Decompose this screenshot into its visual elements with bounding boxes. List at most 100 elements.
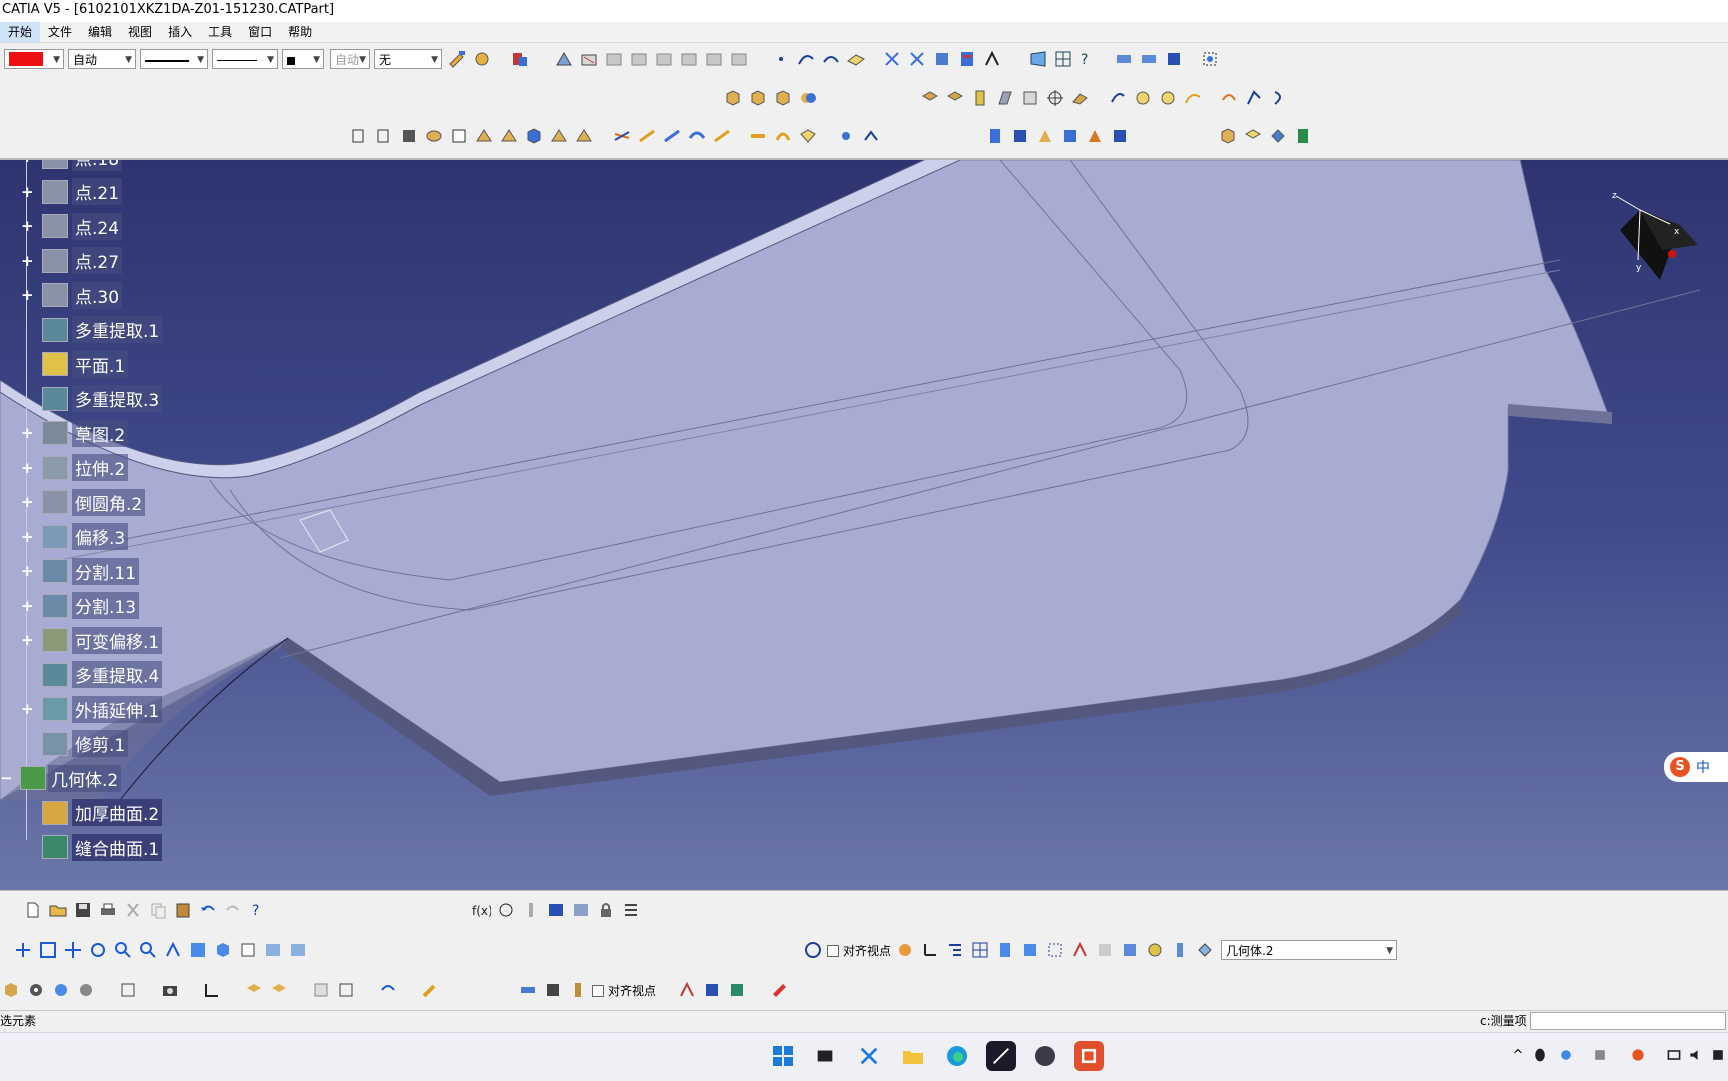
swap-space-icon[interactable] [287,939,309,961]
line-icon[interactable] [795,48,817,70]
clash-icon[interactable] [377,979,399,1001]
powercopy-icon[interactable] [1034,125,1056,147]
menu-view[interactable]: 视图 [120,22,160,42]
point-icon[interactable] [770,48,792,70]
analysis-icon[interactable] [981,48,1003,70]
chevron-up-icon[interactable]: ^ [1508,1045,1528,1065]
stack-icon[interactable] [956,48,978,70]
transparency-dropdown[interactable]: 自动 ▼ [68,49,136,69]
fly-mode-icon[interactable] [12,939,34,961]
extrapolate-icon[interactable] [747,125,769,147]
3d-viewport[interactable]: + 点.18 + 点.21 + 点.24 + 点.27 + 点.30 多重提取.1 平面.1 多重提取.… [0,160,1728,890]
align-view-checkbox-2[interactable]: 对齐视点 [592,982,656,999]
publication-icon[interactable] [117,979,139,1001]
zoom-area-icon[interactable] [1199,48,1221,70]
stiffener-icon[interactable] [1069,87,1091,109]
work-object-dropdown[interactable]: 几何体.2 ▼ [1221,940,1398,960]
shape-fillet-icon[interactable] [661,125,683,147]
thick-icon[interactable] [1292,125,1314,147]
corner-icon[interactable] [1107,87,1129,109]
sphere-render-icon[interactable] [75,979,97,1001]
near-icon[interactable] [772,125,794,147]
ime-toolbar[interactable]: S 中 [1664,752,1728,782]
shaft-icon[interactable] [969,87,991,109]
task-view-icon[interactable] [810,1041,840,1071]
render-icon[interactable] [50,979,72,1001]
catalog-browser-icon[interactable] [1109,125,1131,147]
pattern-icon[interactable] [835,125,857,147]
conic-icon[interactable] [1157,87,1179,109]
properties-icon[interactable] [471,48,493,70]
plane-icon[interactable] [845,48,867,70]
cut-icon[interactable] [122,899,144,921]
body-icon[interactable] [722,87,744,109]
edge-browser-icon[interactable] [942,1041,972,1071]
expand-icon[interactable]: + [21,160,34,165]
snap-point-icon[interactable] [1044,939,1066,961]
menu-edit[interactable]: 编辑 [80,22,120,42]
expand-icon[interactable]: + [21,460,34,475]
color-dropdown[interactable]: ▼ [4,49,64,69]
volume-icon[interactable] [1686,1045,1706,1065]
fit-all-icon[interactable] [881,48,903,70]
expand-icon[interactable]: + [21,633,34,648]
sew-surface-icon[interactable] [1267,125,1289,147]
multi-section-icon[interactable] [523,125,545,147]
fill-icon[interactable] [498,125,520,147]
extract-icon[interactable] [553,48,575,70]
qq-icon[interactable] [1530,1045,1550,1065]
help-icon[interactable]: ? [1077,48,1099,70]
spine-icon[interactable] [1268,87,1290,109]
revolve-icon[interactable] [373,125,395,147]
undo-icon[interactable] [197,899,219,921]
inertia-icon[interactable] [567,979,589,1001]
adaptive-sweep-icon[interactable] [573,125,595,147]
command-input[interactable] [1530,1012,1726,1030]
redo-icon[interactable] [222,899,244,921]
dress-up-icon[interactable] [1119,939,1141,961]
variable-fillet-icon[interactable] [711,125,733,147]
expand-icon[interactable]: + [21,702,34,717]
split-icon[interactable] [611,125,633,147]
ime-tray-icon[interactable] [1590,1045,1610,1065]
point-symbol-dropdown[interactable]: ▼ [282,49,324,69]
trim-icon[interactable] [636,125,658,147]
expand-icon[interactable]: + [21,288,34,303]
sogou-tray-icon[interactable] [1628,1045,1648,1065]
draft-analysis-icon[interactable] [676,979,698,1001]
print-icon[interactable] [97,899,119,921]
rotate-view-icon[interactable] [87,939,109,961]
translate-icon[interactable] [678,48,700,70]
snip-tool-icon[interactable] [854,1041,884,1071]
media-player-icon[interactable] [1030,1041,1060,1071]
normal-view-icon[interactable] [162,939,184,961]
connect-checker-icon[interactable] [726,979,748,1001]
insert-scene-icon[interactable] [268,979,290,1001]
camera-icon[interactable] [159,979,181,1001]
grid-snap-icon[interactable] [969,939,991,961]
pan-icon[interactable] [62,939,84,961]
expand-icon[interactable]: + [21,184,34,199]
list-icon[interactable] [620,899,642,921]
invert-icon[interactable] [797,125,819,147]
helix-icon[interactable] [1218,87,1240,109]
measure-item-icon[interactable] [1138,48,1160,70]
axis-icon[interactable] [919,939,941,961]
pad-icon[interactable] [919,87,941,109]
law-icon[interactable] [984,125,1006,147]
spiral-icon[interactable] [1243,87,1265,109]
menu-start[interactable]: 开始 [0,22,41,42]
zoom-out-icon[interactable] [137,939,159,961]
menu-help[interactable]: 帮助 [280,22,320,42]
multi-view-icon[interactable] [187,939,209,961]
menu-insert[interactable]: 插入 [160,22,200,42]
expand-icon[interactable]: + [21,529,34,544]
menu-window[interactable]: 窗口 [240,22,280,42]
expand-icon[interactable]: + [21,426,34,441]
remove-icon[interactable] [772,87,794,109]
scan-icon[interactable] [1144,939,1166,961]
eraser-icon[interactable] [768,979,790,1001]
network-tray-icon[interactable] [1664,1045,1684,1065]
work-support-icon[interactable] [994,939,1016,961]
duplicate-icon[interactable] [1059,125,1081,147]
